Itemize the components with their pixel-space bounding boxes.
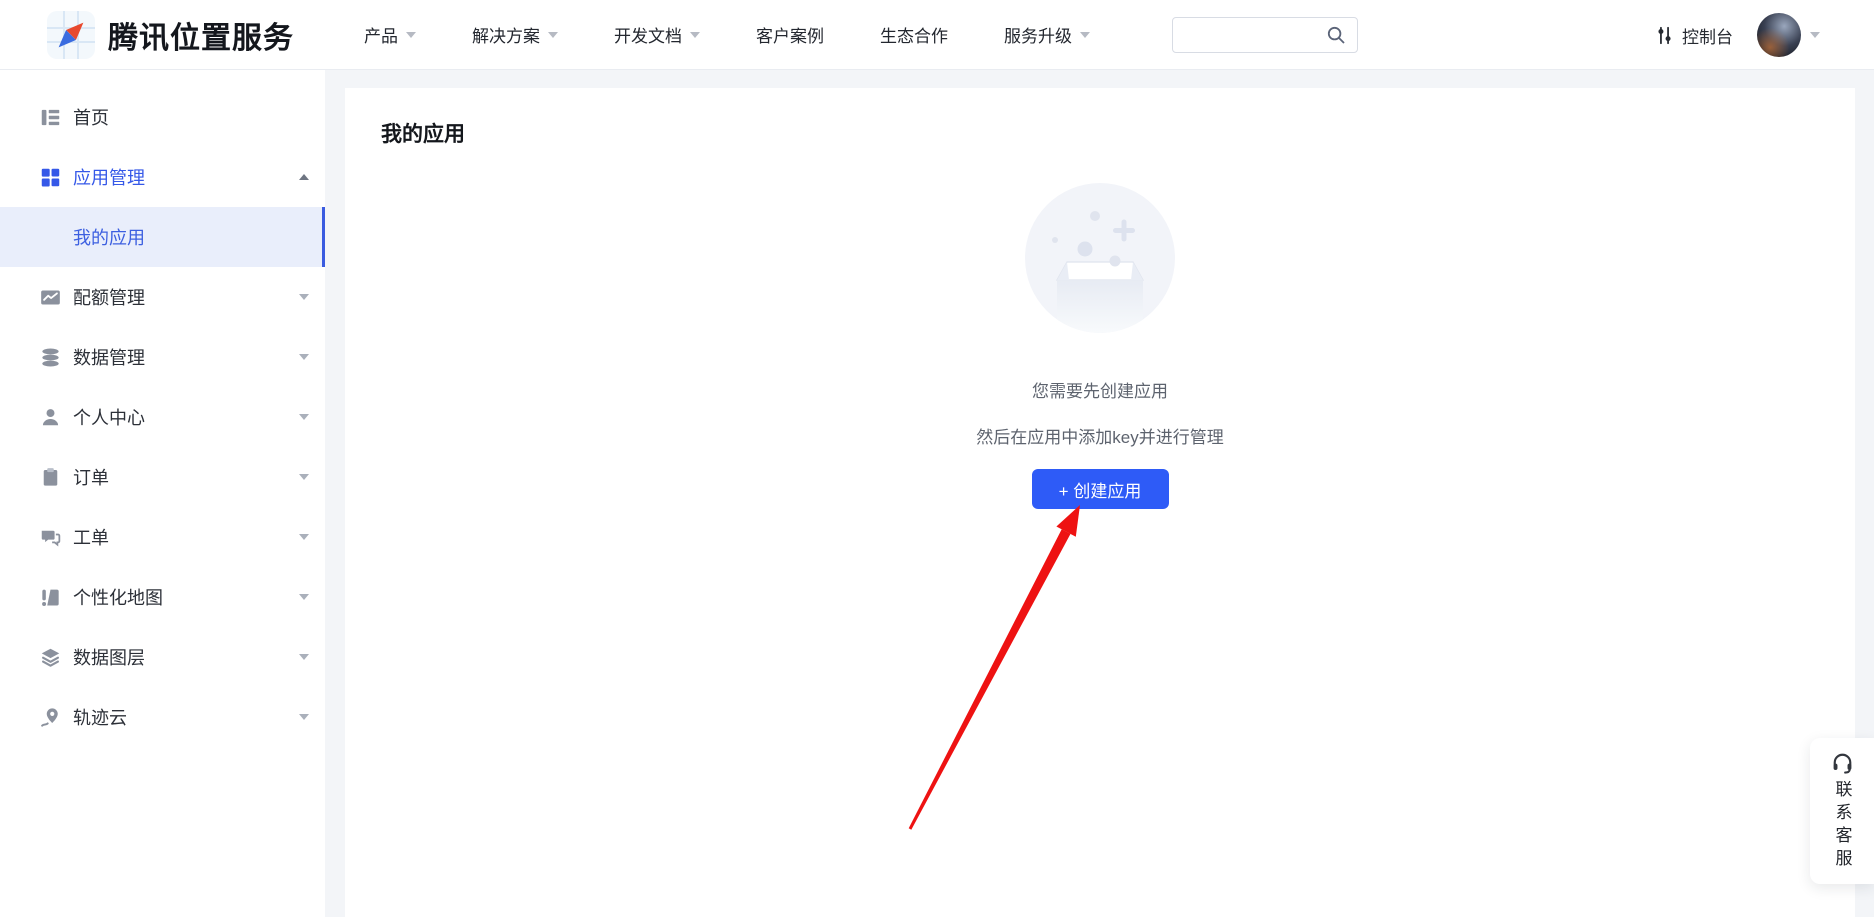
- empty-box-illustration: [1025, 183, 1175, 333]
- database-icon: [40, 347, 61, 368]
- chevron-down-icon: [299, 714, 309, 720]
- sidebar-item-data-management[interactable]: 数据管理: [0, 327, 325, 387]
- nav-item-customer-cases[interactable]: 客户案例: [728, 0, 852, 70]
- order-clipboard-icon: [40, 467, 61, 488]
- page-title: 我的应用: [381, 118, 465, 148]
- app-window: 腾讯位置服务 产品 解决方案 开发文档 客户案例 生态合作 服务升级: [0, 0, 1874, 917]
- contact-support-label: 联系客服: [1830, 780, 1855, 872]
- nav-item-products[interactable]: 产品: [336, 0, 444, 70]
- chevron-down-icon: [299, 354, 309, 360]
- quota-chart-icon: [40, 287, 61, 308]
- sidebar-item-data-layers[interactable]: 数据图层: [0, 627, 325, 687]
- top-navbar: 腾讯位置服务 产品 解决方案 开发文档 客户案例 生态合作 服务升级: [0, 0, 1874, 70]
- chevron-down-icon: [299, 474, 309, 480]
- empty-state-line1: 您需要先创建应用: [1032, 377, 1168, 402]
- sliders-icon: [1655, 26, 1674, 45]
- sidebar-item-track-cloud[interactable]: 轨迹云: [0, 687, 325, 747]
- empty-state: 您需要先创建应用 然后在应用中添加key并进行管理 + 创建应用: [345, 183, 1855, 509]
- user-avatar: [1757, 13, 1801, 57]
- search-icon[interactable]: [1325, 24, 1347, 46]
- apps-grid-icon: [40, 167, 61, 188]
- chevron-down-icon: [548, 32, 558, 38]
- chevron-down-icon: [299, 414, 309, 420]
- compass-map-logo-icon: [47, 11, 95, 59]
- chevron-down-icon: [690, 32, 700, 38]
- search-box[interactable]: [1172, 17, 1358, 53]
- sidebar-item-custom-map[interactable]: 个性化地图: [0, 567, 325, 627]
- layers-icon: [40, 647, 61, 668]
- chevron-down-icon: [406, 32, 416, 38]
- primary-nav: 产品 解决方案 开发文档 客户案例 生态合作 服务升级: [336, 0, 1118, 70]
- chevron-down-icon: [299, 534, 309, 540]
- chevron-down-icon: [299, 594, 309, 600]
- empty-state-line2: 然后在应用中添加key并进行管理: [976, 423, 1223, 448]
- home-list-icon: [40, 107, 61, 128]
- user-icon: [40, 407, 61, 428]
- sidebar: 首页 应用管理 我的应用: [0, 70, 325, 917]
- sidebar-item-my-apps[interactable]: 我的应用: [0, 207, 325, 267]
- contact-support-widget[interactable]: 联系客服: [1810, 738, 1874, 884]
- search-input[interactable]: [1185, 27, 1325, 44]
- navbar-right: 控制台: [1655, 0, 1820, 70]
- custom-map-icon: [40, 587, 61, 608]
- nav-item-dev-docs[interactable]: 开发文档: [586, 0, 728, 70]
- sidebar-item-orders[interactable]: 订单: [0, 447, 325, 507]
- chevron-down-icon: [1810, 32, 1820, 38]
- chevron-down-icon: [299, 654, 309, 660]
- track-pin-icon: [40, 707, 61, 728]
- sidebar-item-personal-center[interactable]: 个人中心: [0, 387, 325, 447]
- chevron-up-icon: [299, 174, 309, 180]
- content-card: 我的应用: [345, 88, 1855, 917]
- ticket-chat-icon: [40, 527, 61, 548]
- headset-icon: [1831, 751, 1854, 774]
- sidebar-item-tickets[interactable]: 工单: [0, 507, 325, 567]
- create-app-button[interactable]: + 创建应用: [1032, 469, 1169, 509]
- console-button[interactable]: 控制台: [1655, 23, 1733, 48]
- console-label: 控制台: [1682, 23, 1733, 48]
- chevron-down-icon: [1080, 32, 1090, 38]
- account-menu[interactable]: [1757, 13, 1820, 57]
- nav-item-service-upgrade[interactable]: 服务升级: [976, 0, 1118, 70]
- nav-item-solutions[interactable]: 解决方案: [444, 0, 586, 70]
- chevron-down-icon: [299, 294, 309, 300]
- sidebar-item-app-management[interactable]: 应用管理: [0, 147, 325, 207]
- brand-title: 腾讯位置服务: [108, 13, 294, 57]
- nav-item-ecosystem[interactable]: 生态合作: [852, 0, 976, 70]
- sidebar-item-home[interactable]: 首页: [0, 87, 325, 147]
- sidebar-item-quota[interactable]: 配额管理: [0, 267, 325, 327]
- brand-home-link[interactable]: 腾讯位置服务: [47, 11, 294, 59]
